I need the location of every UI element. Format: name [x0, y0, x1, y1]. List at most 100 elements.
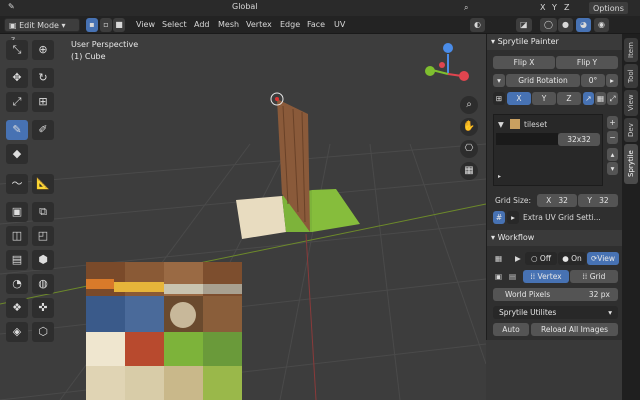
play-icon[interactable]: ▶	[515, 254, 521, 263]
shading-wire-icon[interactable]: ◯	[540, 18, 557, 32]
extra-uv-toggle-icon[interactable]: ▸	[507, 211, 519, 224]
auto-button[interactable]: Auto	[493, 323, 529, 336]
search-icon[interactable]: ⌕	[460, 1, 472, 15]
transform-tool[interactable]: ⊞	[32, 92, 54, 112]
shear-tool[interactable]: ◈	[6, 322, 28, 342]
tab-tool[interactable]: Tool	[624, 64, 638, 88]
3d-viewport[interactable]: Z User Perspective (1) Cube ⤡ ⊕ ✥ ↻ ⤢ ⊞ …	[0, 34, 486, 400]
knife-tool[interactable]: ⬢	[32, 250, 54, 270]
snap-icon[interactable]: ⊞	[493, 92, 505, 105]
options-dropdown[interactable]: Options	[588, 1, 629, 15]
add-tileset-button[interactable]: +	[607, 116, 618, 129]
overlay-icon[interactable]: ◐	[470, 18, 485, 32]
menu-select[interactable]: Select	[158, 18, 191, 32]
sprytile-painter-header[interactable]: ▾ Sprytile Painter	[487, 34, 623, 50]
extra-uv-label[interactable]: Extra UV Grid Setti...	[523, 213, 601, 222]
add-cube-tool[interactable]: ▣	[6, 202, 28, 222]
world-pixels-field[interactable]: World Pixels 32 px	[493, 288, 618, 301]
rip-tool[interactable]: ⬡	[32, 322, 54, 342]
uv-icon: ▣	[495, 272, 503, 281]
smooth-tool[interactable]: ❖	[6, 298, 28, 318]
grid-rotation-value[interactable]: 0°	[581, 74, 605, 87]
axis-x-button[interactable]: X	[507, 92, 531, 105]
rotate-tool[interactable]: ↻	[32, 68, 54, 88]
menu-uv[interactable]: UV	[330, 18, 349, 32]
reload-images-button[interactable]: Reload All Images	[531, 323, 618, 336]
menu-mesh[interactable]: Mesh	[214, 18, 243, 32]
flip-y-button[interactable]: Flip Y	[556, 56, 618, 69]
axis-z-button[interactable]: Z	[557, 92, 581, 105]
poly-build-tool[interactable]: ◔	[6, 274, 28, 294]
menu-add[interactable]: Add	[190, 18, 214, 32]
grid-size-x-field[interactable]: X 32	[537, 194, 577, 207]
xray-icon[interactable]: ◪	[516, 18, 532, 32]
cursor-tool[interactable]: ⊕	[32, 40, 54, 60]
tileset-list[interactable]: ▼ tileset 32x32 ▸	[493, 114, 603, 186]
axis-z-toggle[interactable]: Z	[560, 1, 573, 15]
grid-mode-button[interactable]: ⁞⁞ Grid	[570, 270, 618, 283]
tile-size-field[interactable]: 32x32	[558, 133, 600, 146]
axis-y-button[interactable]: Y	[532, 92, 556, 105]
spin-tool[interactable]: ◍	[32, 274, 54, 294]
tab-view[interactable]: View	[624, 90, 638, 116]
edge-select-icon[interactable]: ▫	[100, 18, 112, 32]
paint-grid-icon[interactable]: ▦	[595, 92, 606, 105]
scale-tool[interactable]: ⤢	[6, 92, 28, 112]
view-toggle[interactable]: ⟳View	[587, 252, 619, 265]
grid-view-icon[interactable]: ▦	[460, 162, 478, 180]
tab-dev[interactable]: Dev	[624, 118, 638, 142]
loop-cut-tool[interactable]: ▤	[6, 250, 28, 270]
tab-item[interactable]: Item	[624, 38, 638, 62]
extrude-tool[interactable]: ⧉	[32, 202, 54, 222]
sprytile-paint-tool[interactable]: ✎	[6, 120, 28, 140]
measure-tool[interactable]: 📐	[32, 174, 54, 194]
shading-solid-icon[interactable]: ●	[558, 18, 573, 32]
annotate-tool[interactable]: 〜	[6, 174, 28, 194]
tileset-expand-icon[interactable]: ▼	[498, 120, 504, 129]
move-up-icon[interactable]: ▴	[607, 148, 618, 161]
shading-material-icon[interactable]: ◕	[576, 18, 591, 32]
paint-uv-icon[interactable]: ↗	[583, 92, 594, 105]
rotate-right-icon[interactable]: ▸	[606, 74, 618, 87]
grid-size-y-field[interactable]: Y 32	[578, 194, 618, 207]
axis-y-toggle[interactable]: Y	[548, 1, 561, 15]
rotate-left-icon[interactable]: ▾	[493, 74, 505, 87]
utilities-dropdown[interactable]: Sprytile Utilites ▾	[493, 306, 618, 319]
menu-edge[interactable]: Edge	[276, 18, 304, 32]
pan-hand-icon[interactable]: ✋	[460, 118, 478, 136]
edge-slide-tool[interactable]: ✜	[32, 298, 54, 318]
floor-tile-stone	[236, 196, 286, 239]
tab-sprytile[interactable]: Sprytile	[624, 144, 638, 184]
camera-icon[interactable]: ⎔	[460, 140, 478, 158]
off-toggle[interactable]: ○ Off	[525, 252, 557, 265]
gizmo-y-icon	[425, 66, 435, 76]
orientation-dropdown[interactable]: Global	[228, 0, 262, 14]
list-expand-icon[interactable]: ▸	[498, 173, 501, 180]
shading-render-icon[interactable]: ◉	[594, 18, 609, 32]
sprytile-build-tool[interactable]: ✐	[32, 120, 54, 140]
tile-palette[interactable]	[86, 262, 242, 400]
flip-x-button[interactable]: Flip X	[493, 56, 555, 69]
grid-select-icon[interactable]: #	[493, 211, 505, 224]
menu-view[interactable]: View	[132, 18, 159, 32]
menu-vertex[interactable]: Vertex	[242, 18, 276, 32]
remove-tileset-button[interactable]: −	[607, 131, 618, 144]
on-toggle[interactable]: ● On	[558, 252, 586, 265]
move-tool[interactable]: ✥	[6, 68, 28, 88]
brush-icon[interactable]: ✎	[4, 0, 19, 14]
menu-face[interactable]: Face	[303, 18, 329, 32]
workflow-header[interactable]: ▾ Workflow	[487, 230, 623, 246]
bevel-tool[interactable]: ◰	[32, 226, 54, 246]
lock-icon[interactable]: ▤	[509, 272, 516, 281]
select-tool[interactable]: ⤡	[6, 40, 28, 60]
face-select-icon[interactable]: ■	[113, 18, 125, 32]
mode-dropdown[interactable]: ▣ Edit Mode ▾	[4, 18, 80, 32]
vertex-select-icon[interactable]: ▪	[86, 18, 98, 32]
sprytile-fill-tool[interactable]: ◆	[6, 144, 28, 164]
move-down-icon[interactable]: ▾	[607, 162, 618, 175]
inset-tool[interactable]: ◫	[6, 226, 28, 246]
zoom-icon[interactable]: ⌕	[460, 96, 478, 114]
tileset-name-field[interactable]	[496, 133, 558, 145]
paint-stretch-icon[interactable]: ⤢	[607, 92, 618, 105]
vertex-mode-button[interactable]: ⁞⁞ Vertex	[523, 270, 569, 283]
